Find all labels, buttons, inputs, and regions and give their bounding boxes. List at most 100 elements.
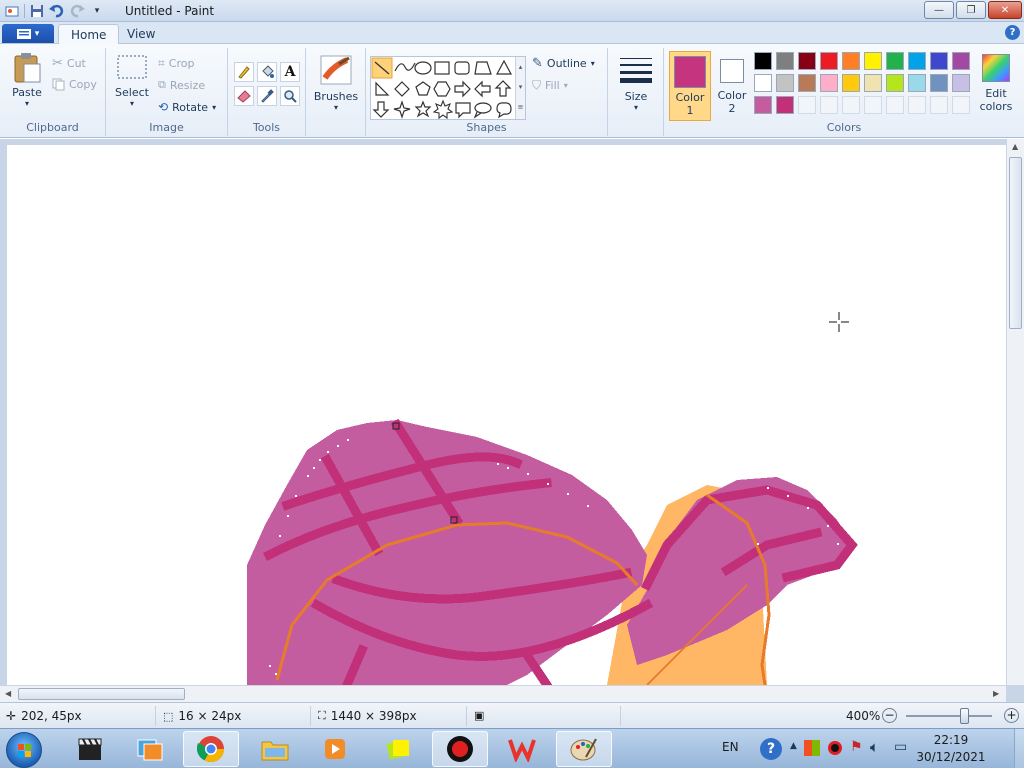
help-tray-icon[interactable]: ? [760,738,782,760]
color-swatch[interactable] [776,52,794,70]
zoom-in-button[interactable]: + [1004,708,1019,723]
taskbar-photo-gallery[interactable] [122,731,178,767]
horizontal-scrollbar[interactable]: ◀ ▶ [0,685,1006,702]
taskbar-explorer[interactable] [247,731,303,767]
color-swatch[interactable] [798,74,816,92]
select-button[interactable]: Select ▾ [112,54,152,108]
paste-button[interactable]: Paste ▾ [8,52,46,108]
color-swatch[interactable] [930,74,948,92]
color-swatch[interactable] [952,74,970,92]
color-swatch[interactable] [886,96,904,114]
color-swatch[interactable] [754,52,772,70]
vertical-scrollbar[interactable]: ▲ [1006,139,1024,685]
paint-app-icon[interactable] [4,3,20,19]
drawing-canvas[interactable] [7,145,1006,685]
color-swatch[interactable] [820,96,838,114]
color-swatch[interactable] [952,52,970,70]
edit-colors-button[interactable]: Edit colors [976,54,1016,113]
clock-time[interactable]: 22:19 [922,733,980,747]
taskbar-chrome[interactable] [183,731,239,767]
taskbar-wps-office[interactable] [494,731,550,767]
color-swatch[interactable] [820,74,838,92]
color-swatch[interactable] [864,52,882,70]
color-swatch[interactable] [776,96,794,114]
color-swatch[interactable] [754,74,772,92]
outline-button[interactable]: ✎ Outline ▾ [532,56,595,71]
color-swatch[interactable] [908,74,926,92]
scroll-left-arrow[interactable]: ◀ [5,689,11,698]
color-picker-tool[interactable] [257,86,277,106]
color-swatch[interactable] [930,96,948,114]
crop-button[interactable]: ⌗ Crop [158,56,194,71]
tray-flag-icon[interactable]: ⚑ [850,739,863,755]
taskbar-recorder[interactable] [432,731,488,767]
color-swatch[interactable] [820,52,838,70]
color-swatch[interactable] [886,74,904,92]
color-swatch[interactable] [886,52,904,70]
copy-button[interactable]: Copy [52,78,97,91]
save-icon[interactable] [29,3,45,19]
color-swatch[interactable] [908,52,926,70]
color-swatch[interactable] [798,96,816,114]
color-swatch[interactable] [842,74,860,92]
show-desktop-button[interactable] [1014,729,1024,768]
fill-tool[interactable] [257,62,277,82]
scroll-up-arrow[interactable]: ▲ [1012,142,1018,151]
tab-view[interactable]: View [115,24,167,44]
horizontal-scroll-thumb[interactable] [18,688,185,700]
color-swatch[interactable] [798,52,816,70]
paste-dropdown-arrow: ▾ [24,99,29,108]
zoom-slider-track[interactable] [906,715,992,717]
color-swatch[interactable] [842,96,860,114]
scroll-right-arrow[interactable]: ▶ [993,689,999,698]
volume-icon[interactable]: 🔈︎ [870,738,879,756]
redo-icon[interactable] [69,3,85,19]
color-swatch[interactable] [908,96,926,114]
start-button[interactable] [6,732,42,768]
color1-button[interactable]: Color 1 [669,51,711,121]
color-swatch[interactable] [864,74,882,92]
eraser-tool[interactable] [234,86,254,106]
taskbar-paint[interactable] [556,731,612,767]
network-icon[interactable]: ▭ [894,739,907,755]
color-swatch[interactable] [952,96,970,114]
quick-access-toolbar: ▾ [4,3,105,19]
clock-date[interactable]: 30/12/2021 [916,750,986,764]
help-icon[interactable]: ? [1005,25,1020,40]
zoom-slider-thumb[interactable] [960,708,969,724]
resize-button[interactable]: ⧉ Resize [158,78,205,92]
taskbar-movie-maker[interactable] [62,731,118,767]
size-button[interactable]: Size ▾ [618,54,654,112]
fill-button[interactable]: ⛉ Fill ▾ [532,78,568,93]
brushes-button[interactable]: Brushes ▾ [314,54,358,112]
color2-button[interactable]: Color 2 [714,51,750,121]
color-swatch[interactable] [842,52,860,70]
vertical-scroll-thumb[interactable] [1009,157,1022,329]
color-swatch[interactable] [754,96,772,114]
color-swatch[interactable] [930,52,948,70]
maximize-button[interactable]: ❐ [956,1,986,19]
shapes-gallery-scroll[interactable]: ▴ ▾ ≡ [515,57,525,119]
minimize-button[interactable]: — [924,1,954,19]
file-menu-button[interactable]: ▾ [2,24,54,43]
image-group: Select ▾ ⌗ Crop ⧉ Resize ⟲ Rotate ▾ Imag… [106,48,228,136]
language-indicator[interactable]: EN [722,740,739,754]
text-tool[interactable]: A [280,62,300,82]
status-separator [620,706,621,726]
zoom-out-button[interactable]: − [882,708,897,723]
close-button[interactable]: ✕ [988,1,1022,19]
pencil-tool[interactable] [234,62,254,82]
customize-qat-icon[interactable]: ▾ [89,3,105,19]
show-hidden-icons-arrow[interactable]: ▲ [790,741,797,751]
taskbar-sticky-notes[interactable] [370,731,426,767]
cut-button[interactable]: ✂ Cut [52,56,86,71]
taskbar-media-player[interactable] [307,731,363,767]
tray-app-icon[interactable] [804,740,820,756]
color-swatch[interactable] [776,74,794,92]
magnifier-tool[interactable] [280,86,300,106]
rotate-button[interactable]: ⟲ Rotate ▾ [158,100,216,114]
tray-record-icon[interactable] [828,741,842,755]
tab-home[interactable]: Home [58,24,120,44]
color-swatch[interactable] [864,96,882,114]
undo-icon[interactable] [49,3,65,19]
